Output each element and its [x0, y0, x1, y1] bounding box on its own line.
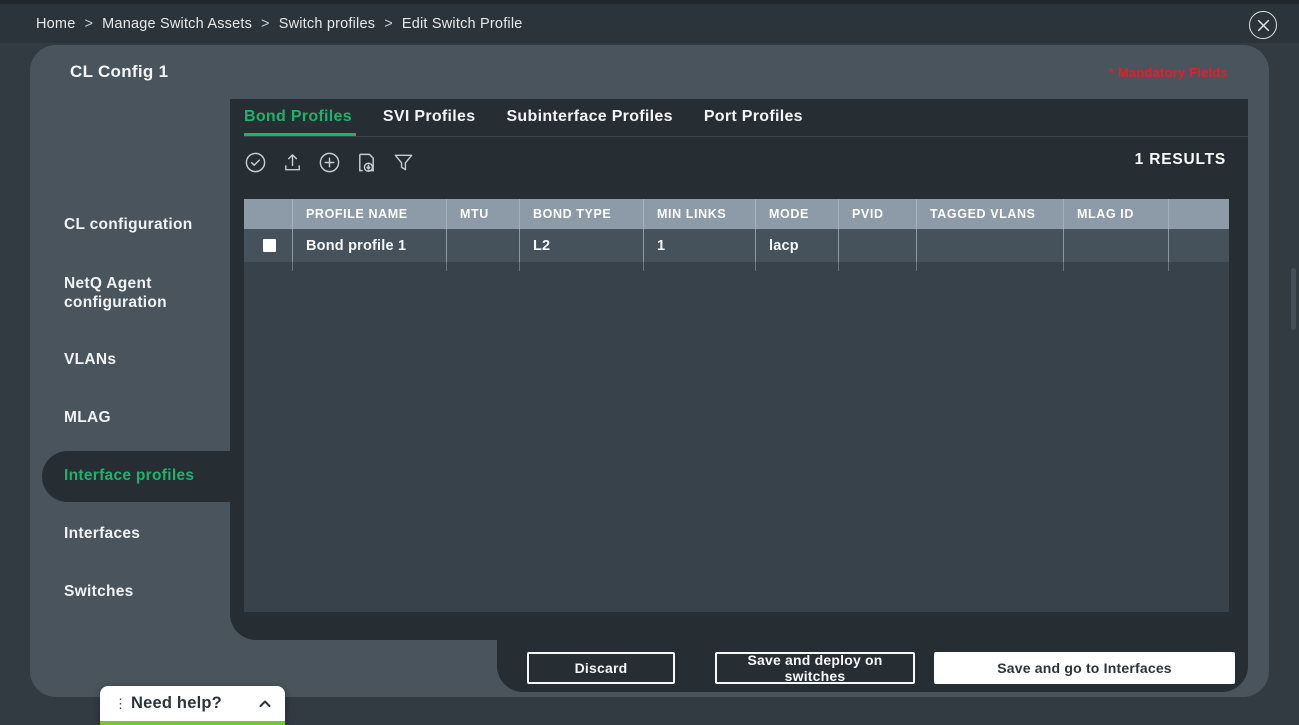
divider-ticks	[244, 262, 1229, 271]
close-icon[interactable]	[1249, 11, 1277, 39]
top-bar: Home > Manage Switch Assets > Switch profile…	[0, 0, 1299, 43]
scrollbar-thumb[interactable]	[1291, 268, 1296, 330]
breadcrumb-item-edit-switch-profile[interactable]: Edit Switch Profile	[402, 16, 523, 32]
bond-profiles-table: PROFILE NAMEMTUBOND TYPEMIN LINKSMODEPVI…	[244, 199, 1229, 612]
cell	[1169, 229, 1229, 262]
breadcrumb-separator: >	[84, 16, 93, 32]
breadcrumb: Home > Manage Switch Assets > Switch profile…	[36, 4, 523, 43]
tab-svi-profiles[interactable]: SVI Profiles	[383, 108, 476, 136]
column-header-profile-name[interactable]: PROFILE NAME	[293, 199, 447, 229]
cell	[839, 229, 917, 262]
export-file-icon[interactable]	[355, 151, 378, 174]
upload-icon[interactable]	[281, 151, 304, 174]
edit-switch-profile-panel: CL Config 1 * Mandatory Fields CL config…	[30, 45, 1269, 697]
add-icon[interactable]	[318, 151, 341, 174]
need-help-label: Need help?	[131, 694, 222, 713]
cell: 1	[644, 229, 756, 262]
cell	[1064, 229, 1169, 262]
sidebar: CL configuration NetQ Agent configuration…	[30, 99, 230, 659]
sidebar-item-mlag[interactable]: MLAG	[64, 408, 224, 427]
table-row: Bond profile 1 L21lacp	[244, 229, 1229, 262]
page-title: CL Config 1	[70, 62, 168, 82]
table-toolbar: 1 RESULTS	[244, 145, 1242, 179]
need-help-widget[interactable]: ⋮ Need help?	[100, 686, 285, 725]
cell: L2	[520, 229, 644, 262]
filter-icon[interactable]	[392, 151, 415, 174]
tab-bond-profiles[interactable]: Bond Profiles	[244, 108, 352, 136]
check-circle-icon[interactable]	[244, 151, 267, 174]
column-header-min-links[interactable]: MIN LINKS	[644, 199, 756, 229]
sidebar-item-cl-configuration[interactable]: CL configuration	[64, 215, 224, 234]
drag-dots-icon: ⋮	[114, 696, 126, 712]
sidebar-item-interface-profiles[interactable]: Interface profiles	[64, 466, 224, 485]
column-header-tagged-vlans[interactable]: TAGGED VLANS	[917, 199, 1064, 229]
column-header-bond-type[interactable]: BOND TYPE	[520, 199, 644, 229]
sidebar-item-vlans[interactable]: VLANs	[64, 350, 224, 369]
tab-subinterface-profiles[interactable]: Subinterface Profiles	[506, 108, 672, 136]
column-header-mode[interactable]: MODE	[756, 199, 839, 229]
breadcrumb-separator: >	[384, 16, 393, 32]
chevron-up-icon[interactable]	[259, 700, 271, 708]
sidebar-item-netq-agent-configuration[interactable]: NetQ Agent configuration	[64, 274, 224, 312]
panel-header: CL Config 1 * Mandatory Fields	[30, 45, 1269, 99]
breadcrumb-item-home[interactable]: Home	[36, 16, 75, 32]
column-header-blank[interactable]	[1169, 199, 1229, 229]
row-checkbox[interactable]	[263, 239, 276, 252]
sidebar-item-switches[interactable]: Switches	[64, 582, 224, 601]
discard-button[interactable]: Discard	[527, 652, 675, 684]
cell	[917, 229, 1064, 262]
save-go-interfaces-button[interactable]: Save and go to Interfaces	[934, 652, 1235, 684]
column-header-blank[interactable]	[244, 199, 293, 229]
column-header-pvid[interactable]: PVID	[839, 199, 917, 229]
tab-bar: Bond Profiles SVI Profiles Subinterface Pr…	[244, 99, 1248, 137]
tab-port-profiles[interactable]: Port Profiles	[704, 108, 803, 136]
cell-select	[244, 229, 293, 262]
cell	[447, 229, 520, 262]
cell: lacp	[756, 229, 839, 262]
save-deploy-button[interactable]: Save and deploy on switches	[715, 652, 915, 684]
sidebar-item-interfaces[interactable]: Interfaces	[64, 524, 224, 543]
mandatory-fields-note: * Mandatory Fields	[1109, 65, 1228, 80]
breadcrumb-item-switch-profiles[interactable]: Switch profiles	[279, 16, 375, 32]
column-header-mlag-id[interactable]: MLAG ID	[1064, 199, 1169, 229]
cell: Bond profile 1	[293, 229, 447, 262]
breadcrumb-item-manage-switch-assets[interactable]: Manage Switch Assets	[102, 16, 252, 32]
results-count: 1 RESULTS	[1135, 151, 1226, 169]
table-header-row: PROFILE NAMEMTUBOND TYPEMIN LINKSMODEPVI…	[244, 199, 1229, 229]
column-header-mtu[interactable]: MTU	[447, 199, 520, 229]
breadcrumb-separator: >	[261, 16, 270, 32]
